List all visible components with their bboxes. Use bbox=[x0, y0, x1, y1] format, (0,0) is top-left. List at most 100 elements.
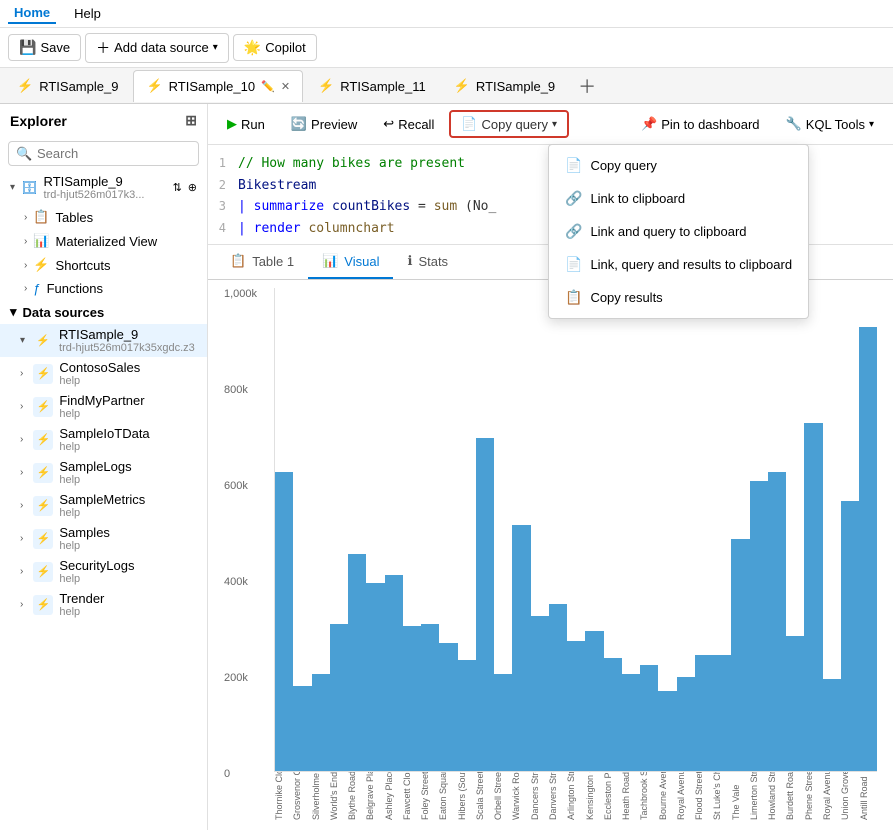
chart-y-labels: 1,000k 800k 600k 400k 200k 0 bbox=[224, 288, 257, 780]
menu-bar: Home Help bbox=[0, 0, 893, 28]
doc-icon: 📄 bbox=[565, 256, 582, 273]
view-icon: 📊 bbox=[33, 233, 49, 249]
table-icon: 📋 bbox=[230, 253, 246, 269]
datasource-item-trender[interactable]: › ⚡ Trender help bbox=[0, 588, 207, 621]
db-icon: 🗄 bbox=[21, 180, 38, 196]
tab-RTISample_10[interactable]: ⚡ RTISample_10 ✏️ ✕ bbox=[133, 70, 303, 102]
run-button[interactable]: ▶ Run bbox=[216, 111, 276, 137]
save-button[interactable]: 💾 Save bbox=[8, 34, 81, 61]
recall-button[interactable]: ↩ Recall bbox=[372, 111, 445, 137]
chart-bar bbox=[640, 665, 658, 771]
chart-x-label: Antill Road bbox=[859, 772, 877, 822]
preview-button[interactable]: 🔄 Preview bbox=[280, 111, 368, 137]
sidebar-item-shortcuts[interactable]: › ⚡ Shortcuts bbox=[0, 253, 207, 277]
results-tab-visual[interactable]: 📊 Visual bbox=[308, 245, 393, 279]
datasources-header[interactable]: ▾ Data sources bbox=[0, 300, 207, 324]
chart-bar bbox=[695, 655, 713, 771]
datasource-item-rtisample9[interactable]: ▾ ⚡ RTISample_9 trd-hjut526m017k35xgdc.z… bbox=[0, 324, 207, 357]
close-tab-icon[interactable]: ✕ bbox=[281, 80, 290, 93]
chart-bar bbox=[622, 674, 640, 771]
kql-icon: 🔧 bbox=[786, 116, 802, 132]
save-icon: 💾 bbox=[19, 39, 36, 56]
chart-x-label: Flood Street bbox=[694, 772, 712, 822]
sidebar-search-container: 🔍 bbox=[8, 141, 199, 166]
content-area: ▶ Run 🔄 Preview ↩ Recall 📄 Copy query ▾ … bbox=[208, 104, 893, 830]
db-icon: ⚡ bbox=[33, 463, 53, 483]
results-tab-table1[interactable]: 📋 Table 1 bbox=[216, 245, 308, 279]
chevron-down-icon: ▾ bbox=[552, 119, 557, 130]
tab-RTISample_9_1[interactable]: ⚡ RTISample_9 bbox=[4, 70, 131, 102]
sidebar-item-materialized-view[interactable]: › 📊 Materialized View bbox=[0, 229, 207, 253]
sidebar-item-functions[interactable]: › ƒ Functions bbox=[0, 277, 207, 300]
chart-bar bbox=[567, 641, 585, 771]
chart-x-label: Thornike Close bbox=[274, 772, 292, 822]
db-icon: ⚡ bbox=[33, 331, 53, 351]
menu-help[interactable]: Help bbox=[68, 4, 107, 23]
dropdown-link-query-clipboard[interactable]: 🔗 Link and query to clipboard bbox=[549, 215, 808, 248]
chart-x-label: Warwick Road bbox=[511, 772, 529, 822]
chart-x-label: Dancers Street bbox=[530, 772, 548, 822]
chart-icon: 📊 bbox=[322, 253, 338, 269]
sidebar-header: Explorer ⊞ bbox=[0, 104, 207, 137]
add-datasource-button[interactable]: ＋ Add data source ▾ bbox=[85, 33, 229, 63]
chart-bar bbox=[421, 624, 439, 771]
dropdown-link-query-results-clipboard[interactable]: 📄 Link, query and results to clipboard bbox=[549, 248, 808, 281]
datasource-item-securitylogs[interactable]: › ⚡ SecurityLogs help bbox=[0, 555, 207, 588]
chart-bar bbox=[494, 674, 512, 771]
chart-bar bbox=[348, 554, 366, 771]
db-icon: ⚡ bbox=[33, 562, 53, 582]
dropdown-copy-query[interactable]: 📄 Copy query bbox=[549, 149, 808, 182]
recall-icon: ↩ bbox=[383, 116, 394, 132]
dropdown-copy-results[interactable]: 📋 Copy results bbox=[549, 281, 808, 314]
chevron-down-icon: ▾ bbox=[20, 335, 25, 346]
sidebar: Explorer ⊞ 🔍 ▾ 🗄 RTISample_9 trd-hjut526… bbox=[0, 104, 208, 830]
edit-icon[interactable]: ✏️ bbox=[261, 80, 275, 93]
chart-x-label: Blythe Road bbox=[347, 772, 365, 822]
copy-query-dropdown: 📄 Copy query 🔗 Link to clipboard 🔗 Link … bbox=[548, 144, 809, 319]
add-sub-icon[interactable]: ⊕ bbox=[188, 181, 197, 194]
search-input[interactable] bbox=[8, 141, 199, 166]
datasource-item-contososales[interactable]: › ⚡ ContosoSales help bbox=[0, 357, 207, 390]
chart-bar bbox=[677, 677, 695, 771]
chart-bar bbox=[531, 616, 549, 771]
sidebar-item-rtisample9[interactable]: ▾ 🗄 RTISample_9 trd-hjut526m017k3... ⇅ ⊕ bbox=[0, 170, 207, 205]
db-icon: ⚡ bbox=[33, 529, 53, 549]
datasource-item-samplelogs[interactable]: › ⚡ SampleLogs help bbox=[0, 456, 207, 489]
chart-x-label: World's End Place bbox=[329, 772, 347, 822]
chart-x-labels: Thornike CloseGrosvenor CrescentSilverho… bbox=[274, 772, 877, 822]
sort-icon[interactable]: ⇅ bbox=[173, 181, 182, 194]
link-doc-icon: 🔗 bbox=[565, 223, 582, 240]
chart-bar bbox=[804, 423, 822, 771]
datasource-item-sampleiotdata[interactable]: › ⚡ SampleIoTData help bbox=[0, 423, 207, 456]
datasource-item-findmypartner[interactable]: › ⚡ FindMyPartner help bbox=[0, 390, 207, 423]
toolbar: 💾 Save ＋ Add data source ▾ 🌟 Copilot bbox=[0, 28, 893, 68]
copilot-button[interactable]: 🌟 Copilot bbox=[233, 34, 317, 61]
chart-x-label: Phene Street bbox=[804, 772, 822, 822]
results-tab-stats[interactable]: ℹ Stats bbox=[393, 245, 462, 279]
kql-tools-button[interactable]: 🔧 KQL Tools ▾ bbox=[775, 111, 885, 137]
tab-RTISample_11[interactable]: ⚡ RTISample_11 bbox=[305, 70, 439, 102]
pin-icon: 📌 bbox=[641, 116, 657, 132]
add-tab-button[interactable]: ＋ bbox=[570, 69, 604, 103]
chart-bar bbox=[750, 481, 768, 771]
menu-home[interactable]: Home bbox=[8, 3, 56, 24]
chevron-right-icon: › bbox=[24, 260, 27, 271]
chart-x-label: Royal Avenue 2 bbox=[676, 772, 694, 822]
main-layout: Explorer ⊞ 🔍 ▾ 🗄 RTISample_9 trd-hjut526… bbox=[0, 104, 893, 830]
stats-icon: ℹ bbox=[407, 253, 412, 269]
chart-x-label: Hibers (South) bbox=[457, 772, 475, 822]
editor-toolbar: ▶ Run 🔄 Preview ↩ Recall 📄 Copy query ▾ … bbox=[208, 104, 893, 145]
copy-query-button[interactable]: 📄 Copy query ▾ bbox=[449, 110, 569, 138]
results-area: 📋 Table 1 📊 Visual ℹ Stats 1,000k 800k 6… bbox=[208, 245, 893, 830]
db-icon: ⚡ bbox=[33, 397, 53, 417]
copy-icon: 📄 bbox=[565, 157, 582, 174]
sidebar-expand-icon[interactable]: ⊞ bbox=[185, 112, 197, 129]
chart-x-label: Royal Avenue 1 bbox=[822, 772, 840, 822]
tab-RTISample_9_2[interactable]: ⚡ RTISample_9 bbox=[441, 70, 568, 102]
chart-bar bbox=[841, 501, 859, 771]
sidebar-item-tables[interactable]: › 📋 Tables bbox=[0, 205, 207, 229]
datasource-item-samples[interactable]: › ⚡ Samples help bbox=[0, 522, 207, 555]
dropdown-link-clipboard[interactable]: 🔗 Link to clipboard bbox=[549, 182, 808, 215]
pin-dashboard-button[interactable]: 📌 Pin to dashboard bbox=[630, 111, 770, 137]
datasource-item-samplemetrics[interactable]: › ⚡ SampleMetrics help bbox=[0, 489, 207, 522]
